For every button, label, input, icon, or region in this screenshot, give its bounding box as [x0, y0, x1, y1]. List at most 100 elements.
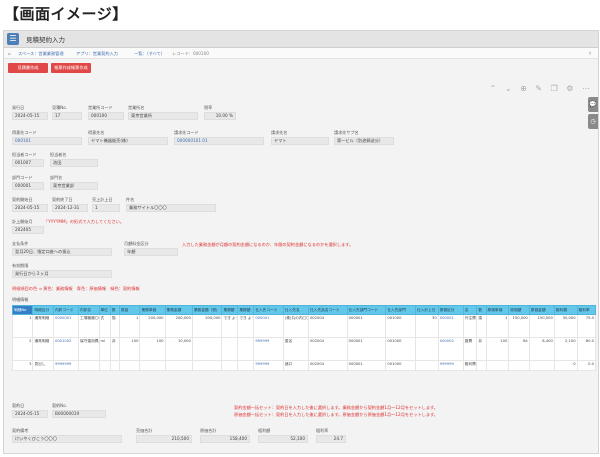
contract-end-field[interactable]: 2024-12-31 [52, 204, 88, 212]
table-cell[interactable]: 30 [414, 314, 439, 338]
table-cell[interactable]: でき ようし [221, 314, 239, 338]
total-sales-field[interactable]: 210,500 [136, 435, 192, 443]
table-cell[interactable]: 000001 [346, 360, 387, 371]
table-cell[interactable]: 000001 [437, 314, 464, 338]
col-header[interactable]: 業務額（年) [237, 305, 255, 315]
table-cell[interactable]: 000001 [346, 314, 387, 338]
more-icon[interactable]: ⋯ [582, 84, 590, 93]
col-header[interactable]: 仕入先部門 [385, 305, 416, 315]
table-cell[interactable]: 150,000 [528, 314, 555, 338]
table-cell[interactable]: 粗利費 [462, 360, 478, 371]
contract-date-field[interactable]: 2024-05-15 [12, 410, 48, 418]
gross-rate-field[interactable]: 24.7 [316, 435, 346, 443]
table-cell[interactable]: 1 [118, 314, 141, 338]
table-cell[interactable]: 式 [98, 314, 111, 338]
table-cell[interactable] [485, 360, 510, 371]
col-header[interactable]: 内訳名 [78, 305, 100, 315]
table-cell[interactable]: 999999 [253, 337, 284, 361]
table-cell[interactable] [221, 337, 239, 361]
staff-name-field[interactable]: 池田 [50, 159, 98, 167]
table-cell[interactable]: 001000 [385, 314, 416, 338]
office-code-field[interactable]: 000100 [88, 112, 124, 120]
billing-name-field[interactable]: ヤマト [271, 137, 329, 145]
table-row[interactable]: 3 見出し 9999999 999999 諸口 002004 000001 00… [11, 360, 597, 371]
billing-sub-field[interactable]: 第一ビル（別途郵送分） [334, 137, 394, 145]
col-header[interactable]: 内訳コード [52, 305, 80, 315]
table-cell[interactable]: 通常明細 [32, 314, 54, 338]
table-cell[interactable]: 換 [476, 314, 487, 338]
table-cell[interactable] [528, 360, 555, 371]
breadcrumb-app[interactable]: アプリ：営業契約入力 [76, 51, 118, 57]
table-cell[interactable]: 通常明細 [32, 337, 54, 361]
col-header[interactable]: 数 [109, 305, 120, 315]
home-icon[interactable]: ⌂ [8, 51, 11, 56]
col-header[interactable]: 仕入計上日 [414, 305, 439, 315]
comment-icon[interactable]: 💬 [588, 97, 598, 112]
edit-icon[interactable]: ✎ [535, 84, 542, 93]
copy-icon[interactable]: ❐ [551, 84, 558, 93]
table-cell[interactable]: 8,400 [528, 337, 555, 361]
customer-name-field[interactable]: ヤマト機器販売(株) [88, 137, 168, 145]
table-cell[interactable] [139, 360, 166, 371]
table-cell[interactable]: 雑費 [462, 337, 478, 361]
breadcrumb-space[interactable]: スペース：営業業務管理 [18, 51, 64, 57]
table-cell[interactable]: ml [98, 337, 111, 361]
renewal-type-field[interactable]: 年額 [124, 248, 178, 256]
payment-terms-field[interactable]: 翌月20日、指定口座への振込 [12, 248, 112, 256]
staff-code-field[interactable]: 001007 [12, 159, 44, 167]
sales-date-field[interactable]: 1 [92, 204, 120, 212]
col-header[interactable]: 仕入先部門コード [346, 305, 387, 315]
col-header[interactable]: 業務単価 [139, 305, 166, 315]
table-cell[interactable]: 匿名 [282, 337, 309, 361]
table-cell[interactable]: 保守運用費用 [78, 337, 100, 361]
table-cell[interactable]: 999999 [253, 360, 284, 371]
table-cell[interactable]: 84 [508, 337, 530, 361]
col-header[interactable]: 仕入先品名コード [307, 305, 348, 315]
subject-field[interactable]: 業務サイトル〇〇〇 [126, 204, 216, 212]
table-cell[interactable]: 10,000 [164, 337, 193, 361]
table-cell[interactable]: 200,000 [191, 314, 223, 338]
dept-name-field[interactable]: 東京営業部 [50, 182, 98, 190]
col-header[interactable]: 名 [462, 305, 478, 315]
create-quote-button[interactable]: 見積書作成 [8, 63, 48, 73]
contract-start-field[interactable]: 2024-05-15 [12, 204, 48, 212]
table-cell[interactable]: 002004 [307, 337, 348, 361]
total-cost-field[interactable]: 158,400 [200, 435, 250, 443]
col-header[interactable]: 仕入先名 [282, 305, 309, 315]
table-cell[interactable]: 弁 [109, 337, 120, 361]
table-cell[interactable] [476, 360, 487, 371]
customer-code-field[interactable]: 000101 [12, 137, 82, 145]
table-cell[interactable] [237, 337, 255, 361]
col-header[interactable]: 数量 [118, 305, 141, 315]
table-cell[interactable]: 200,000 [139, 314, 166, 338]
table-cell[interactable]: 100 [118, 337, 141, 361]
table-cell[interactable]: 001000 [385, 337, 416, 361]
table-cell[interactable]: 000001 [253, 314, 284, 338]
table-cell[interactable]: 100 [139, 337, 166, 361]
table-cell[interactable]: 150,000 [508, 314, 530, 338]
table-cell[interactable]: 000001 [346, 337, 387, 361]
table-cell[interactable]: 諸口 [282, 360, 309, 371]
col-header[interactable]: 原価区分 [437, 305, 464, 315]
col-header[interactable]: 業務金額（税) [191, 305, 223, 315]
table-cell[interactable] [191, 360, 223, 371]
breadcrumb-view[interactable]: 一覧：（すべて） [134, 51, 165, 57]
table-cell[interactable]: 002004 [307, 314, 348, 338]
table-cell[interactable] [414, 337, 439, 361]
billing-code-field[interactable]: 000000101 01 [174, 137, 264, 145]
table-cell[interactable] [221, 360, 239, 371]
table-cell[interactable]: 工場機器〇〇 [78, 314, 100, 338]
billing-month-field[interactable]: 202405 [12, 226, 44, 234]
table-row[interactable]: 2 通常明細 0001002 保守運用費用 ml 弁 100 100 10,00… [11, 337, 597, 361]
chevron-up-icon[interactable]: ⌃ [490, 84, 497, 93]
pin-icon[interactable]: ⇑ [588, 51, 592, 56]
table-cell[interactable]: 100 [485, 337, 510, 361]
col-header[interactable]: 業務金額 [164, 305, 193, 315]
table-cell[interactable]: でき ようし2 [237, 314, 255, 338]
dept-code-field[interactable]: 000001 [12, 182, 44, 190]
chevron-down-icon[interactable]: ⌄ [505, 84, 512, 93]
app-icon[interactable]: ☰ [7, 33, 19, 45]
order-no-field[interactable]: 17 [52, 112, 82, 120]
gross-profit-field[interactable]: 52,100 [258, 435, 308, 443]
create-report-button[interactable]: 帳票作成帳票作成 [51, 63, 91, 73]
